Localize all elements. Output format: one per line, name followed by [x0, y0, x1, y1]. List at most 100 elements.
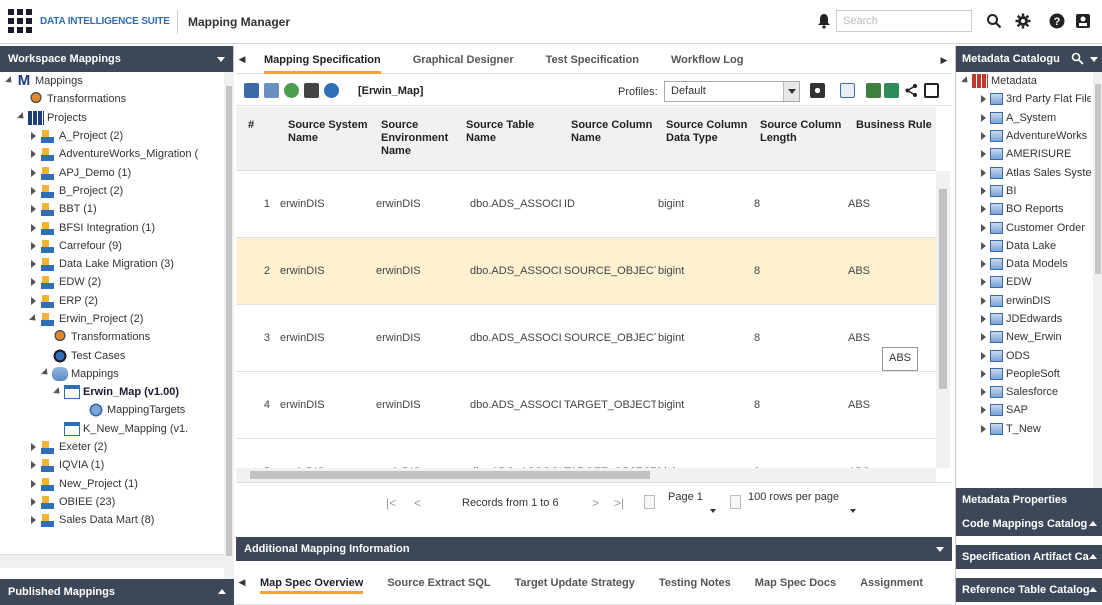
edit-icon[interactable]	[244, 83, 259, 98]
excel-icon[interactable]	[884, 83, 899, 98]
page-dropdown-icon[interactable]	[710, 509, 716, 513]
metadata-catalog-header[interactable]: Metadata Catalogu	[956, 46, 1102, 72]
metadata-item[interactable]: AMERISURE	[956, 145, 1091, 163]
tree-item[interactable]: Test Cases	[0, 346, 222, 364]
cell-column[interactable]: SOURCE_OBJECT_	[564, 265, 656, 277]
metadata-item[interactable]: A_System	[956, 109, 1091, 127]
page-label[interactable]: Page 1	[668, 491, 703, 503]
cell-type[interactable]: bigint	[658, 332, 750, 344]
last-page-button[interactable]: >|	[614, 496, 624, 510]
expand-arrow-icon[interactable]	[978, 187, 988, 195]
share-icon[interactable]	[904, 83, 919, 98]
expand-arrow-icon[interactable]	[28, 150, 38, 158]
expand-arrow-icon[interactable]	[960, 79, 970, 84]
cell-type[interactable]: bigint	[658, 399, 750, 411]
tab-assignment[interactable]: Assignment	[848, 568, 935, 598]
expand-arrow-icon[interactable]	[978, 132, 988, 140]
import-icon[interactable]	[264, 83, 279, 98]
collapse-caret-icon[interactable]	[217, 57, 225, 62]
collapse-caret-icon[interactable]	[936, 547, 944, 552]
cell-env[interactable]: erwinDIS	[376, 399, 466, 411]
expand-arrow-icon[interactable]	[28, 480, 38, 488]
metadata-item[interactable]: New_Erwin	[956, 328, 1091, 346]
tree-item[interactable]: MappingTargets	[0, 401, 222, 419]
tree-item[interactable]: APJ_Demo (1)	[0, 163, 222, 181]
metadata-vertical-scrollbar[interactable]	[1093, 72, 1102, 498]
cell-length[interactable]: 8	[754, 399, 844, 411]
sync-icon[interactable]	[284, 83, 299, 98]
expand-caret-icon[interactable]	[1089, 587, 1097, 592]
bell-icon[interactable]	[817, 13, 831, 29]
list-icon[interactable]	[304, 83, 319, 98]
expand-arrow-icon[interactable]	[28, 187, 38, 195]
tree-item[interactable]: Carrefour (9)	[0, 237, 222, 255]
cell-num[interactable]: 2	[260, 265, 270, 277]
rows-per-page[interactable]: 100 rows per page	[748, 491, 839, 503]
expand-arrow-icon[interactable]	[28, 224, 38, 232]
metadata-item[interactable]: AdventureWorks	[956, 127, 1091, 145]
metadata-item[interactable]: SAP	[956, 401, 1091, 419]
tab-target-update-strategy[interactable]: Target Update Strategy	[503, 568, 647, 598]
tree-item[interactable]: Transformations	[0, 90, 222, 108]
cell-column[interactable]: ID	[564, 198, 656, 210]
tree-item[interactable]: Transformations	[0, 328, 222, 346]
table-row[interactable]: 3 erwinDIS erwinDIS dbo.ADS_ASSOCI/SOURCE_O…	[236, 305, 936, 372]
expand-arrow-icon[interactable]	[4, 79, 14, 84]
expand-arrow-icon[interactable]	[978, 95, 988, 103]
preview-icon[interactable]	[840, 83, 855, 98]
column-header[interactable]: Source Environment Name	[381, 119, 458, 158]
metadata-item[interactable]: JDEdwards	[956, 310, 1091, 328]
expand-arrow-icon[interactable]	[28, 205, 38, 213]
gear-icon[interactable]	[1014, 12, 1032, 30]
cell-env[interactable]: erwinDIS	[376, 332, 466, 344]
metadata-item[interactable]: Data Lake	[956, 237, 1091, 255]
maximize-icon[interactable]	[924, 83, 939, 98]
column-header[interactable]: Source Column Name	[571, 119, 658, 145]
expand-caret-icon[interactable]	[218, 589, 226, 594]
tree-item[interactable]: New_Project (1)	[0, 475, 222, 493]
published-mappings-header[interactable]: Published Mappings	[0, 579, 234, 605]
cell-system[interactable]: erwinDIS	[280, 332, 372, 344]
search-icon[interactable]	[1071, 52, 1084, 65]
expand-arrow-icon[interactable]	[978, 352, 988, 360]
expand-arrow-icon[interactable]	[28, 317, 38, 322]
tabs-scroll-right-icon[interactable]: ▶	[938, 46, 950, 74]
tree-horizontal-scrollbar[interactable]	[0, 554, 224, 568]
expand-arrow-icon[interactable]	[978, 278, 988, 286]
expand-arrow-icon[interactable]	[978, 297, 988, 305]
column-header[interactable]: Source Column Data Type	[666, 119, 752, 145]
collapse-caret-icon[interactable]	[1090, 57, 1098, 62]
cell-rule[interactable]: ABS	[848, 198, 928, 210]
tree-item[interactable]: M Mappings	[0, 72, 222, 90]
expand-arrow-icon[interactable]	[28, 297, 38, 305]
cell-rule[interactable]: ABS	[848, 332, 928, 344]
expand-arrow-icon[interactable]	[40, 371, 50, 376]
expand-arrow-icon[interactable]	[978, 169, 988, 177]
tree-item[interactable]: EDW (2)	[0, 273, 222, 291]
cell-num[interactable]: 4	[260, 399, 270, 411]
cell-table[interactable]: dbo.ADS_ASSOCI/	[470, 399, 562, 411]
metadata-item[interactable]: Customer Order	[956, 218, 1091, 236]
tree-item[interactable]: ERP (2)	[0, 292, 222, 310]
expand-arrow-icon[interactable]	[978, 260, 988, 268]
metadata-item[interactable]: PeopleSoft	[956, 365, 1091, 383]
expand-arrow-icon[interactable]	[28, 242, 38, 250]
expand-arrow-icon[interactable]	[28, 443, 38, 451]
tree-item[interactable]: Exeter (2)	[0, 438, 222, 456]
apps-grid-icon[interactable]	[8, 9, 32, 33]
cell-table[interactable]: dbo.ADS_ASSOCI/	[470, 198, 562, 210]
expand-arrow-icon[interactable]	[978, 315, 988, 323]
tree-item[interactable]: OBIEE (23)	[0, 493, 222, 511]
section-reference-table-catalog[interactable]: Reference Table Catalog	[956, 578, 1102, 602]
metadata-item[interactable]: 3rd Party Flat File	[956, 90, 1091, 108]
metadata-root[interactable]: Metadata	[956, 72, 1091, 90]
tab-map-spec-overview[interactable]: Map Spec Overview	[248, 568, 375, 598]
column-header[interactable]: Source Column Length	[760, 119, 848, 145]
cell-num[interactable]: 3	[260, 332, 270, 344]
metadata-item[interactable]: BI	[956, 182, 1091, 200]
cell-table[interactable]: dbo.ADS_ASSOCI/	[470, 265, 562, 277]
expand-arrow-icon[interactable]	[978, 425, 988, 433]
cell-rule[interactable]: ABS	[848, 265, 928, 277]
tab-graphical-designer[interactable]: Graphical Designer	[397, 46, 530, 74]
expand-arrow-icon[interactable]	[16, 115, 26, 120]
